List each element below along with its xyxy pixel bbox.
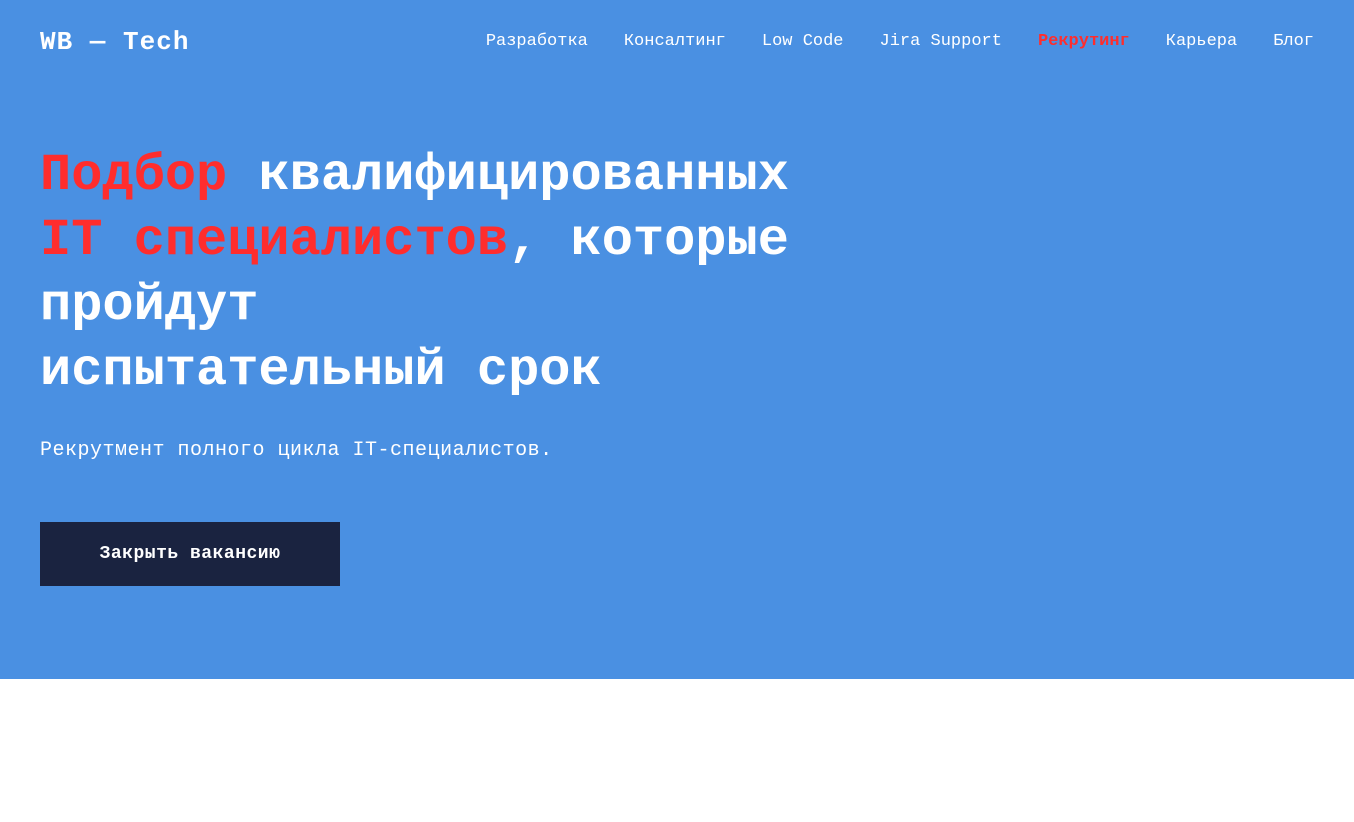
hero-title: Подбор квалифицированных IT специалистов… [40,143,940,403]
nav-item-blog[interactable]: Блог [1273,32,1314,51]
nav-item-low-code[interactable]: Low Code [762,32,844,51]
hero-title-part1-white: квалифицированных [227,146,789,205]
hero-title-part3-white: испытательный срок [40,341,602,400]
cta-button[interactable]: Закрыть вакансию [40,522,340,586]
nav-item-karera[interactable]: Карьера [1166,32,1237,51]
nav-item-razrabotka[interactable]: Разработка [486,32,588,51]
nav-item-jira-support[interactable]: Jira Support [880,32,1002,51]
logo: WB — Tech [40,27,189,57]
hero-title-part2-red: IT специалистов [40,211,508,270]
nav-item-rekruting[interactable]: Рекрутинг [1038,32,1130,51]
nav-item-konsalting[interactable]: Консалтинг [624,32,726,51]
header: WB — Tech Разработка Консалтинг Low Code… [0,0,1354,83]
white-section [0,679,1354,822]
hero-title-part1-red: Подбор [40,146,227,205]
hero-subtitle: Рекрутмент полного цикла IT-специалистов… [40,439,1314,462]
hero-section: Подбор квалифицированных IT специалистов… [0,83,1354,679]
navigation: Разработка Консалтинг Low Code Jira Supp… [486,32,1314,51]
